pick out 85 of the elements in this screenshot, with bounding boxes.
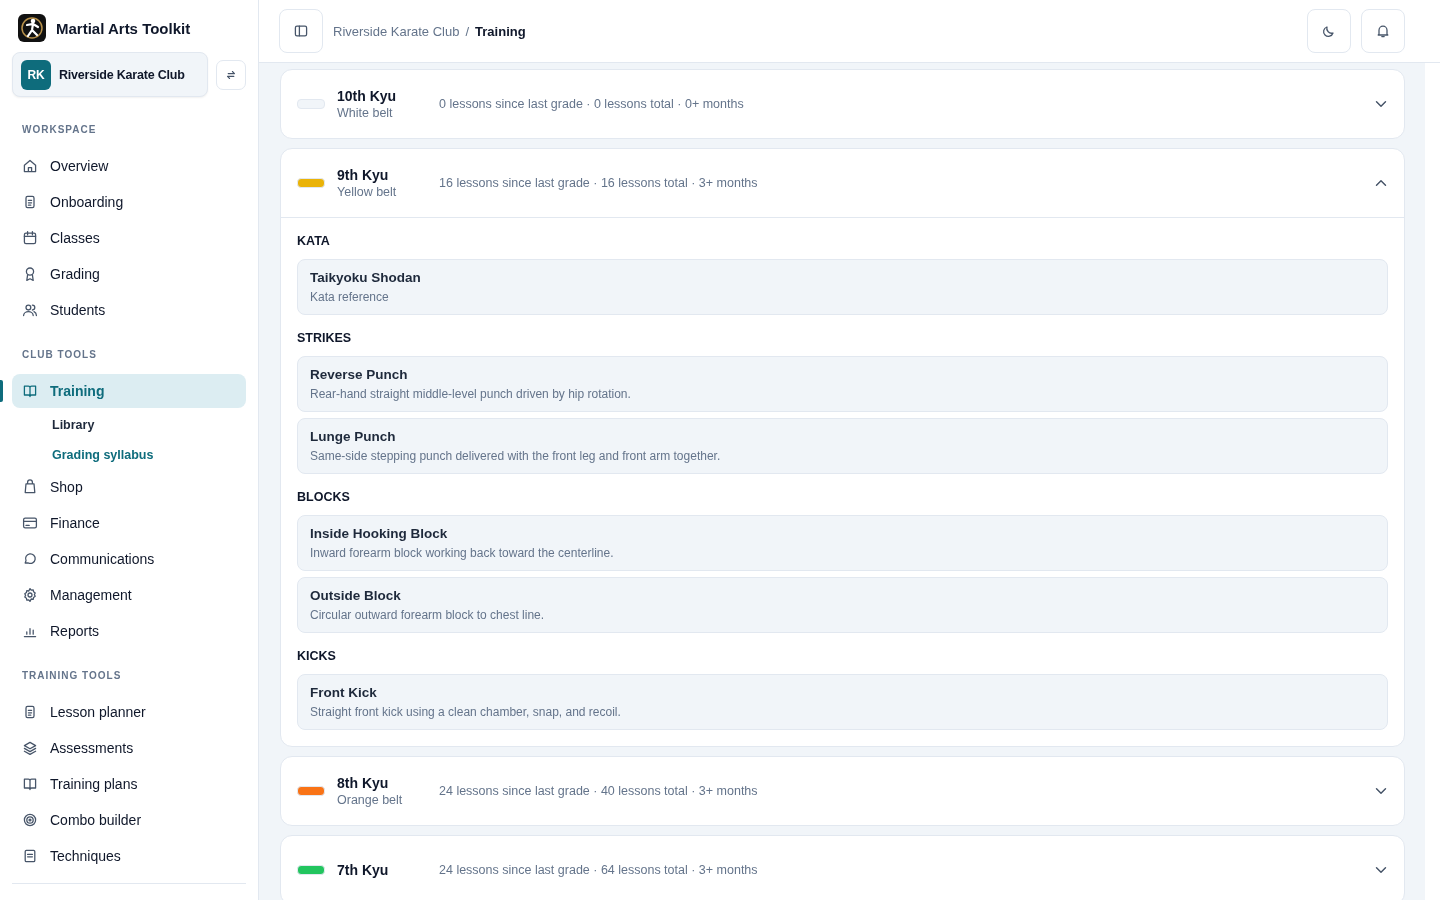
category-heading: KATA	[297, 234, 331, 248]
document-icon	[22, 848, 38, 864]
speech-bubble-icon	[22, 551, 38, 567]
section-label: TRAINING TOOLS	[21, 670, 123, 681]
active-indicator	[0, 380, 3, 402]
technique-description: Same-side stepping punch delivered with the front leg and front arm together.	[310, 449, 722, 463]
technique-description: Rear-hand straight middle-level punch driven by hip rotation.	[310, 387, 632, 401]
category-heading: STRIKES	[297, 331, 353, 345]
technique-name: Reverse Punch	[310, 367, 409, 382]
sidebar-item[interactable]: Assessments	[12, 731, 246, 765]
belt-name: Yellow belt	[337, 185, 398, 199]
sidebar-item[interactable]: Management	[12, 578, 246, 612]
belt-name: White belt	[337, 106, 394, 120]
technique-name: Inside Hooking Block	[310, 526, 449, 541]
sidebar-subitem[interactable]: Grading syllabus	[52, 448, 154, 462]
category-heading: KICKS	[297, 649, 337, 663]
grade-title: 8th Kyu	[337, 775, 390, 791]
sidebar-item[interactable]: Reports	[12, 614, 246, 648]
grade-stats: 0 lessons since last grade · 0 lessons total · 0+ months	[438, 97, 745, 111]
technique-name: Front Kick	[310, 685, 378, 700]
sidebar-toggle-button[interactable]	[279, 9, 323, 53]
clipboard-icon	[22, 194, 38, 210]
section-label: CLUB TOOLS	[21, 349, 98, 360]
app-name: Martial Arts Toolkit	[56, 19, 191, 37]
sidebar-item[interactable]: Finance	[12, 506, 246, 540]
section-label: WORKSPACE	[21, 124, 98, 135]
technique-description: Kata reference	[310, 290, 390, 304]
grade-header[interactable]: 10th Kyu White belt 0 lessons since last grade · 0 lessons total · 0+ months	[281, 70, 1404, 138]
belt-name: Orange belt	[337, 793, 404, 807]
technique-card[interactable]: Inside Hooking Block Inward forearm block working back toward the centerline.	[297, 515, 1388, 571]
book-icon	[22, 776, 38, 792]
technique-name: Outside Block	[310, 588, 402, 603]
card-icon	[22, 515, 38, 531]
grade-stats: 24 lessons since last grade · 64 lessons total · 3+ months	[438, 863, 759, 877]
logo-icon	[18, 14, 46, 42]
people-icon	[22, 302, 38, 318]
grade-stats: 16 lessons since last grade · 16 lessons total · 3+ months	[438, 176, 759, 190]
sidebar-item[interactable]: Grading	[12, 257, 246, 291]
technique-card[interactable]: Outside Block Circular outward forearm block to chest line.	[297, 577, 1388, 633]
grade-header[interactable]: 7th Kyu 24 lessons since last grade · 64 lessons total · 3+ months	[281, 836, 1404, 900]
grade-title: 7th Kyu	[337, 862, 390, 878]
sidebar-item[interactable]: Overview	[12, 149, 246, 183]
breadcrumb-separator: /	[465, 23, 470, 39]
sidebar-item[interactable]: Lesson planner	[12, 695, 246, 729]
category-heading: BLOCKS	[297, 490, 351, 504]
clipboard-icon	[22, 704, 38, 720]
home-icon	[22, 158, 38, 174]
club-selector[interactable]: RK Riverside Karate Club	[12, 52, 209, 97]
gear-icon	[22, 587, 38, 603]
switch-club-button[interactable]	[216, 59, 246, 90]
bell-icon	[1375, 23, 1391, 39]
sidebar-item[interactable]: Onboarding	[12, 185, 246, 219]
technique-card[interactable]: Taikyoku Shodan Kata reference	[297, 259, 1388, 315]
sidebar-item[interactable]: Classes	[12, 221, 246, 255]
grade-title: 9th Kyu	[337, 167, 390, 183]
technique-name: Taikyoku Shodan	[310, 270, 422, 285]
layers-icon	[22, 740, 38, 756]
breadcrumb-current: Training	[475, 23, 526, 39]
sidebar-item[interactable]: Techniques	[12, 839, 246, 873]
sidebar-item[interactable]: Communications	[12, 542, 246, 576]
sidebar-subitem[interactable]: Library	[52, 418, 95, 432]
bag-icon	[22, 479, 38, 495]
dark-mode-button[interactable]	[1307, 9, 1351, 53]
grade-title: 10th Kyu	[337, 88, 398, 104]
sidebar-item[interactable]: Students	[12, 293, 246, 327]
technique-name: Lunge Punch	[310, 429, 397, 444]
technique-description: Circular outward forearm block to chest line.	[310, 608, 546, 622]
technique-card[interactable]: Lunge Punch Same-side stepping punch delivered with the front leg and front arm together.	[297, 418, 1388, 474]
sidebar-item[interactable]: Shop	[12, 470, 246, 504]
book-icon	[22, 383, 38, 399]
grade-header[interactable]: 8th Kyu Orange belt 24 lessons since last grade · 40 lessons total · 3+ months	[281, 757, 1404, 825]
sidebar-item[interactable]: Combo builder	[12, 803, 246, 837]
technique-description: Inward forearm block working back toward the centerline.	[310, 546, 615, 560]
calendar-icon	[22, 230, 38, 246]
sidebar-item[interactable]: Training plans	[12, 767, 246, 801]
sidebar-icon	[293, 23, 309, 39]
technique-description: Straight front kick using a clean chamber, snap, and recoil.	[310, 705, 622, 719]
breadcrumb-link[interactable]: Riverside Karate Club	[333, 23, 460, 39]
grade-stats: 24 lessons since last grade · 40 lessons total · 3+ months	[438, 784, 759, 798]
technique-card[interactable]: Front Kick Straight front kick using a clean chamber, snap, and recoil.	[297, 674, 1388, 730]
technique-card[interactable]: Reverse Punch Rear-hand straight middle-level punch driven by hip rotation.	[297, 356, 1388, 412]
target-icon	[22, 812, 38, 828]
notifications-button[interactable]	[1361, 9, 1405, 53]
club-avatar: RK	[21, 59, 51, 90]
grade-header[interactable]: 9th Kyu Yellow belt 16 lessons since last grade · 16 lessons total · 3+ months	[281, 149, 1404, 217]
